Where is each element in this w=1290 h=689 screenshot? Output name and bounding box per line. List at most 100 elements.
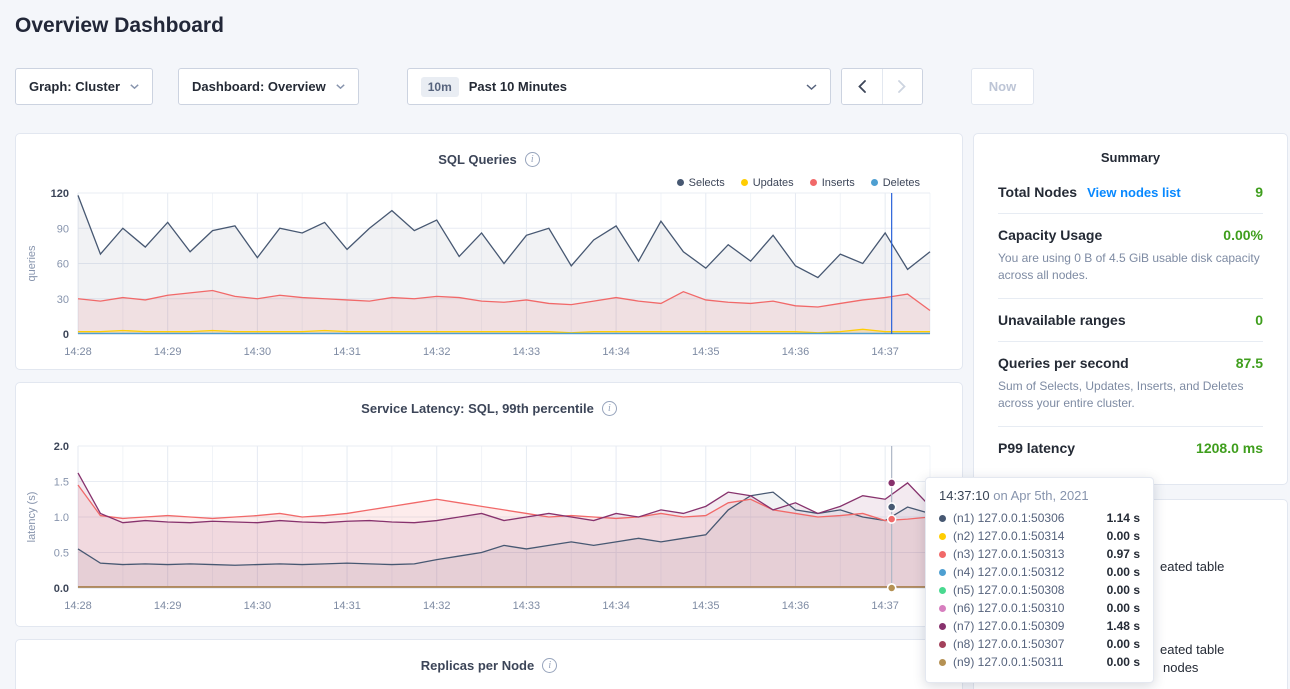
legend-label: Inserts: [822, 177, 855, 189]
tooltip-node-value: 1.14 s: [1107, 511, 1140, 525]
svg-text:60: 60: [57, 259, 69, 271]
tooltip-node-label: (n2) 127.0.0.1:50314: [953, 529, 1064, 543]
info-icon[interactable]: i: [542, 658, 557, 673]
legend-item-updates[interactable]: Updates: [741, 176, 794, 189]
tooltip-node-label: (n7) 127.0.0.1:50309: [953, 619, 1064, 633]
series-dot-icon: [939, 533, 946, 540]
tooltip-node-value: 0.00 s: [1107, 529, 1140, 543]
summary-label: Capacity Usage: [998, 227, 1102, 243]
graph-scope-dropdown[interactable]: Graph: Cluster: [15, 68, 153, 105]
svg-text:14:29: 14:29: [154, 346, 182, 358]
svg-text:14:35: 14:35: [692, 600, 720, 612]
legend-dot-icon: [677, 179, 684, 186]
summary-row-total-nodes: Total NodesView nodes list9: [998, 171, 1263, 214]
tooltip-timestamp: 14:37:10 on Apr 5th, 2021: [939, 488, 1140, 503]
legend-item-inserts[interactable]: Inserts: [810, 176, 855, 189]
tooltip-node-value: 0.97 s: [1107, 547, 1140, 561]
summary-label: Queries per second: [998, 355, 1129, 371]
summary-description: Sum of Selects, Updates, Inserts, and De…: [998, 378, 1263, 413]
chevron-down-icon: [806, 84, 817, 90]
summary-row-p99-latency: P99 latency 1208.0 ms: [998, 427, 1263, 469]
now-button[interactable]: Now: [971, 68, 1034, 105]
svg-text:14:31: 14:31: [333, 600, 361, 612]
summary-description: You are using 0 B of 4.5 GiB usable disk…: [998, 250, 1263, 285]
tooltip-node-label: (n3) 127.0.0.1:50313: [953, 547, 1064, 561]
tooltip-row: (n2) 127.0.0.1:50314 0.00 s: [939, 527, 1140, 545]
event-item-fragment: nodes: [1163, 660, 1198, 675]
summary-value: 0: [1255, 312, 1263, 328]
tooltip-node-label: (n5) 127.0.0.1:50308: [953, 583, 1064, 597]
series-dot-icon: [939, 605, 946, 612]
event-item-fragment: eated table: [1160, 642, 1224, 657]
svg-text:14:34: 14:34: [602, 600, 630, 612]
summary-label: Unavailable ranges: [998, 312, 1126, 328]
summary-row-unavailable-ranges: Unavailable ranges 0: [998, 299, 1263, 342]
view-nodes-list-link[interactable]: View nodes list: [1087, 185, 1181, 200]
info-icon[interactable]: i: [602, 401, 617, 416]
dashboard-dropdown[interactable]: Dashboard: Overview: [178, 68, 359, 105]
chevron-down-icon: [336, 84, 345, 89]
prev-time-button[interactable]: [842, 69, 882, 104]
replicas-chart-card: Replicas per Node i: [15, 639, 963, 689]
tooltip-node-value: 0.00 s: [1107, 565, 1140, 579]
svg-text:30: 30: [57, 294, 69, 306]
series-dot-icon: [939, 641, 946, 648]
info-icon[interactable]: i: [525, 152, 540, 167]
time-range-dropdown[interactable]: 10m Past 10 Minutes: [407, 68, 831, 105]
toolbar: Graph: Cluster Dashboard: Overview 10m P…: [15, 68, 1290, 105]
svg-text:0: 0: [63, 329, 69, 341]
tooltip-row: (n5) 127.0.0.1:50308 0.00 s: [939, 581, 1140, 599]
svg-text:queries: queries: [26, 245, 38, 282]
summary-row-queries-per-second: Queries per second87.5Sum of Selects, Up…: [998, 342, 1263, 427]
summary-value: 0.00%: [1223, 227, 1263, 243]
sql-queries-chart-card: SQL Queries i SelectsUpdatesInsertsDelet…: [15, 133, 963, 370]
tooltip-node-label: (n4) 127.0.0.1:50312: [953, 565, 1064, 579]
summary-rows: Total NodesView nodes list9Capacity Usag…: [998, 171, 1263, 469]
legend-item-deletes[interactable]: Deletes: [871, 176, 920, 189]
tooltip-node-label: (n9) 127.0.0.1:50311: [953, 655, 1064, 669]
svg-text:14:28: 14:28: [64, 346, 92, 358]
sql-queries-legend: Selects Updates Inserts Deletes: [22, 176, 920, 189]
next-time-button[interactable]: [882, 69, 922, 104]
sql-latency-plot[interactable]: 0.00.51.01.52.0latency (s)14:2814:2914:3…: [22, 442, 956, 618]
series-dot-icon: [939, 587, 946, 594]
svg-text:14:28: 14:28: [64, 600, 92, 612]
sql-queries-plot[interactable]: 0306090120queries14:2814:2914:3014:3114:…: [22, 189, 956, 361]
svg-text:90: 90: [57, 223, 69, 235]
legend-label: Updates: [753, 177, 794, 189]
tooltip-node-value: 0.00 s: [1107, 601, 1140, 615]
svg-text:14:32: 14:32: [423, 346, 451, 358]
svg-text:14:33: 14:33: [513, 346, 541, 358]
tooltip-node-value: 0.00 s: [1107, 583, 1140, 597]
svg-text:2.0: 2.0: [54, 442, 69, 453]
page-title: Overview Dashboard: [15, 14, 1290, 38]
series-dot-icon: [939, 551, 946, 558]
charts-column: SQL Queries i SelectsUpdatesInsertsDelet…: [15, 133, 963, 689]
tooltip-row: (n3) 127.0.0.1:50313 0.97 s: [939, 545, 1140, 563]
summary-label: P99 latency: [998, 440, 1075, 456]
tooltip-node-value: 0.00 s: [1107, 637, 1140, 651]
time-range-label: Past 10 Minutes: [469, 79, 567, 94]
svg-text:14:33: 14:33: [513, 600, 541, 612]
legend-item-selects[interactable]: Selects: [677, 176, 725, 189]
legend-dot-icon: [810, 179, 817, 186]
tooltip-node-value: 0.00 s: [1107, 655, 1140, 669]
svg-text:14:37: 14:37: [871, 600, 899, 612]
tooltip-row: (n8) 127.0.0.1:503070.00 s: [939, 635, 1140, 653]
svg-text:120: 120: [51, 189, 69, 200]
summary-value: 1208.0 ms: [1196, 440, 1263, 456]
tooltip-row: (n6) 127.0.0.1:503100.00 s: [939, 599, 1140, 617]
svg-text:0.5: 0.5: [54, 548, 69, 560]
summary-panel: Summary Total NodesView nodes list9Capac…: [973, 133, 1288, 485]
svg-text:14:32: 14:32: [423, 600, 451, 612]
tooltip-node-value: 1.48 s: [1107, 619, 1140, 633]
sql-latency-chart-card: Service Latency: SQL, 99th percentile i …: [15, 382, 963, 627]
svg-text:latency (s): latency (s): [26, 492, 38, 543]
svg-text:0.0: 0.0: [54, 583, 69, 595]
summary-row-capacity-usage: Capacity Usage 0.00% You are using 0 B of …: [998, 214, 1263, 299]
tooltip-rows: (n1) 127.0.0.1:503061.14 s(n2) 127.0.0.1…: [939, 509, 1140, 671]
svg-text:14:30: 14:30: [244, 600, 272, 612]
svg-text:14:29: 14:29: [154, 600, 182, 612]
legend-label: Selects: [689, 177, 725, 189]
overview-dashboard-page: Overview Dashboard Graph: Cluster Dashbo…: [0, 0, 1290, 689]
